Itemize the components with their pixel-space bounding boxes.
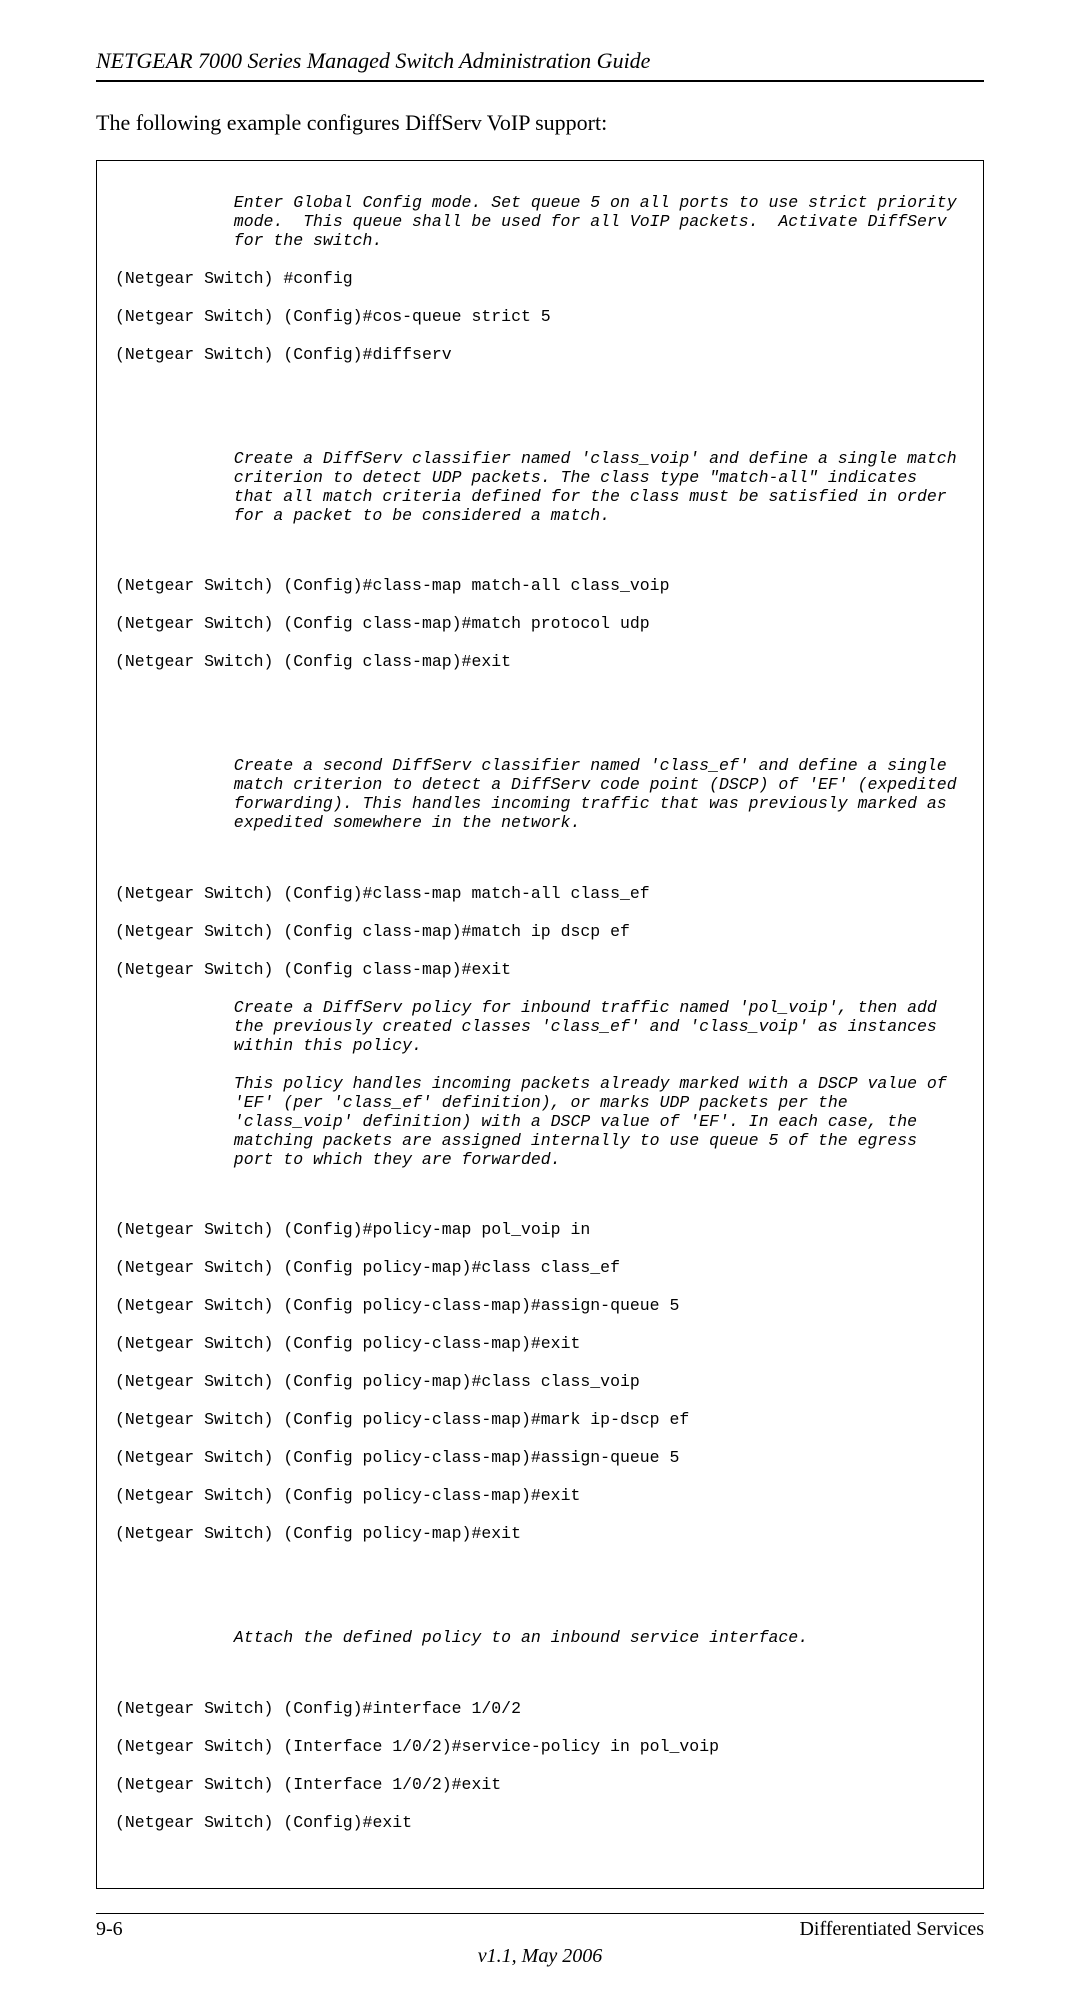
code-line: (Netgear Switch) (Config)#exit (115, 1814, 965, 1833)
code-line: (Netgear Switch) (Config policy-map)#cla… (115, 1259, 965, 1278)
code-comment: Attach the defined policy to an inbound … (115, 1629, 965, 1648)
blank-line (115, 417, 965, 431)
code-line: (Netgear Switch) (Interface 1/0/2)#exit (115, 1776, 965, 1795)
code-example-box: Enter Global Config mode. Set queue 5 on… (96, 160, 984, 1889)
code-line: (Netgear Switch) (Config policy-class-ma… (115, 1335, 965, 1354)
blank-line (115, 724, 965, 738)
code-line: (Netgear Switch) (Config policy-class-ma… (115, 1449, 965, 1468)
code-comment: Create a DiffServ policy for inbound tra… (115, 999, 965, 1056)
page-number: 9-6 (96, 1918, 123, 1941)
code-line: (Netgear Switch) (Config)#policy-map pol… (115, 1221, 965, 1240)
blank-line (115, 852, 965, 866)
code-comment: Create a DiffServ classifier named 'clas… (115, 450, 965, 526)
section-title: Differentiated Services (799, 1918, 984, 1941)
running-header: NETGEAR 7000 Series Managed Switch Admin… (96, 48, 984, 74)
code-line: (Netgear Switch) (Config class-map)#exit (115, 961, 965, 980)
code-line: (Netgear Switch) (Config)#diffserv (115, 346, 965, 365)
code-comment: This policy handles incoming packets alr… (115, 1075, 965, 1170)
header-rule (96, 80, 984, 82)
code-line: (Netgear Switch) (Config class-map)#exit (115, 653, 965, 672)
blank-line (115, 1563, 965, 1577)
intro-paragraph: The following example configures DiffSer… (96, 110, 984, 136)
code-line: (Netgear Switch) (Config policy-map)#exi… (115, 1525, 965, 1544)
blank-line (115, 1188, 965, 1202)
code-comment: Enter Global Config mode. Set queue 5 on… (115, 194, 965, 251)
page: NETGEAR 7000 Series Managed Switch Admin… (0, 0, 1080, 2000)
code-line: (Netgear Switch) (Config policy-class-ma… (115, 1411, 965, 1430)
code-comment: Create a second DiffServ classifier name… (115, 757, 965, 833)
version-label: v1.1, May 2006 (96, 1945, 984, 1968)
blank-line (115, 1596, 965, 1610)
footer-rule (96, 1913, 984, 1914)
code-line: (Netgear Switch) (Config)#interface 1/0/… (115, 1700, 965, 1719)
blank-line (115, 1667, 965, 1681)
blank-line (115, 384, 965, 398)
code-line: (Netgear Switch) (Config policy-class-ma… (115, 1487, 965, 1506)
code-line: (Netgear Switch) (Config)#class-map matc… (115, 577, 965, 596)
blank-line (115, 691, 965, 705)
code-line: (Netgear Switch) (Config class-map)#matc… (115, 615, 965, 634)
code-line: (Netgear Switch) #config (115, 270, 965, 289)
blank-line (115, 544, 965, 558)
code-line: (Netgear Switch) (Config class-map)#matc… (115, 923, 965, 942)
code-line: (Netgear Switch) (Config policy-map)#cla… (115, 1373, 965, 1392)
code-line: (Netgear Switch) (Config)#class-map matc… (115, 885, 965, 904)
code-line: (Netgear Switch) (Interface 1/0/2)#servi… (115, 1738, 965, 1757)
code-line: (Netgear Switch) (Config policy-class-ma… (115, 1297, 965, 1316)
footer-row: 9-6 Differentiated Services (96, 1918, 984, 1941)
code-line: (Netgear Switch) (Config)#cos-queue stri… (115, 308, 965, 327)
